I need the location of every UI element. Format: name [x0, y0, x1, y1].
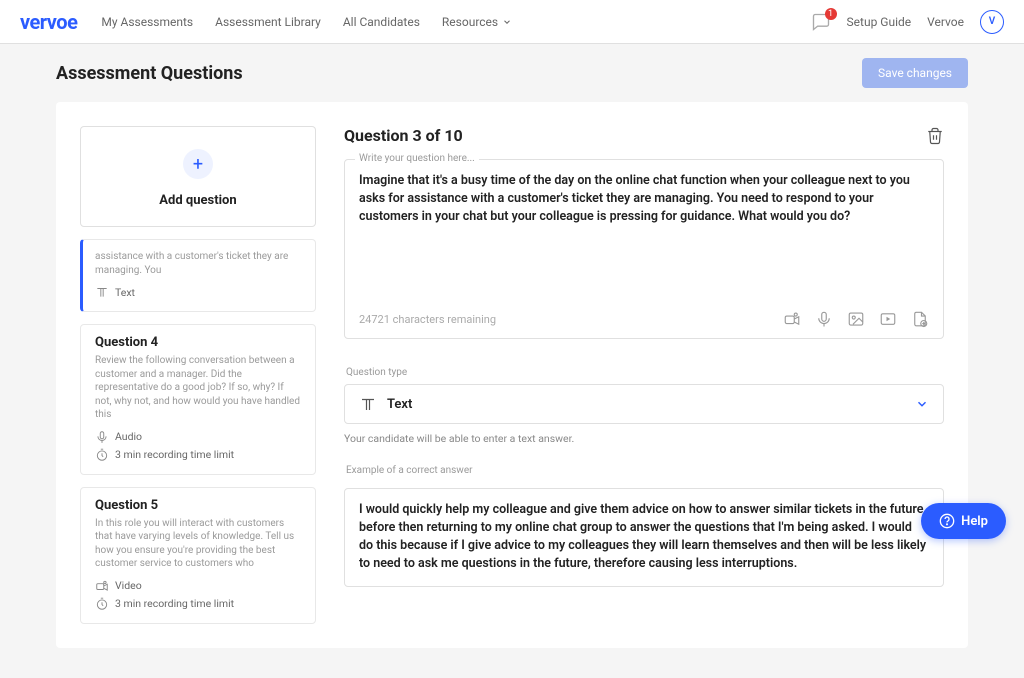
example-answer-section-label: Example of a correct answer [344, 465, 944, 476]
add-question-button[interactable]: + Add question [80, 126, 316, 227]
clock-icon [95, 448, 109, 462]
trash-icon [926, 127, 944, 145]
help-button[interactable]: Help [921, 503, 1006, 539]
page-header: Assessment Questions Save changes [0, 44, 1024, 102]
clock-icon [95, 597, 109, 611]
main-nav: My Assessments Assessment Library All Ca… [101, 15, 512, 29]
characters-remaining: 24721 characters remaining [359, 313, 496, 326]
help-label: Help [961, 514, 988, 529]
nav-assessment-library[interactable]: Assessment Library [215, 15, 321, 29]
question-sidebar: + Add question assistance with a custome… [80, 126, 316, 624]
question-placeholder-label: Write your question here... [355, 153, 479, 164]
nav-resources-label: Resources [442, 15, 498, 29]
question-editor: Question 3 of 10 Write your question her… [344, 126, 944, 624]
question-type-select[interactable]: Text [344, 384, 944, 424]
sidebar-item-question-5[interactable]: Question 5 In this role you will interac… [80, 487, 316, 624]
question-type-label: Video [115, 579, 142, 592]
page-title: Assessment Questions [56, 63, 243, 84]
embed-icon[interactable] [879, 310, 897, 328]
question-type-value: Text [387, 397, 412, 412]
question-type-label: Text [115, 286, 135, 299]
save-changes-button[interactable]: Save changes [862, 58, 968, 88]
question-type-label: Audio [115, 430, 142, 443]
delete-question-button[interactable] [926, 127, 944, 145]
help-icon [939, 513, 955, 529]
nav-all-candidates[interactable]: All Candidates [343, 15, 420, 29]
question-snippet: Review the following conversation betwee… [95, 354, 301, 422]
attachment-toolbar [783, 310, 929, 328]
question-snippet: In this role you will interact with cust… [95, 517, 301, 571]
question-text-input[interactable]: Imagine that it's a busy time of the day… [359, 172, 929, 302]
question-type-helper: Your candidate will be able to enter a t… [344, 432, 944, 445]
video-camera-icon [95, 579, 109, 593]
nav-my-assessments[interactable]: My Assessments [101, 15, 193, 29]
nav-resources[interactable]: Resources [442, 15, 512, 29]
add-question-label: Add question [159, 193, 236, 208]
top-nav: vervoe My Assessments Assessment Library… [0, 0, 1024, 44]
example-answer-text: I would quickly help my colleague and gi… [359, 502, 926, 571]
video-icon[interactable] [783, 310, 801, 328]
question-type-section-label: Question type [344, 367, 944, 378]
microphone-icon [95, 430, 109, 444]
image-icon[interactable] [847, 310, 865, 328]
file-upload-icon[interactable] [911, 310, 929, 328]
time-limit-label: 3 min recording time limit [115, 597, 234, 610]
chevron-down-icon [915, 397, 929, 411]
setup-guide-link[interactable]: Setup Guide [847, 15, 912, 29]
question-title: Question 5 [95, 498, 301, 513]
question-counter: Question 3 of 10 [344, 126, 463, 145]
sidebar-item-question-4[interactable]: Question 4 Review the following conversa… [80, 324, 316, 475]
plus-icon: + [183, 149, 213, 179]
editor-card: + Add question assistance with a custome… [56, 102, 968, 648]
notification-count-badge: 1 [825, 8, 837, 20]
question-snippet: assistance with a customer's ticket they… [95, 250, 301, 277]
microphone-icon[interactable] [815, 310, 833, 328]
account-name[interactable]: Vervoe [927, 15, 964, 29]
sidebar-item-question-3[interactable]: assistance with a customer's ticket they… [80, 239, 316, 312]
notifications-button[interactable]: 1 [811, 12, 831, 32]
text-type-icon [359, 395, 377, 413]
question-title: Question 4 [95, 335, 301, 350]
avatar[interactable]: V [980, 10, 1004, 34]
text-type-icon [95, 285, 109, 299]
question-text-field[interactable]: Write your question here... Imagine that… [344, 159, 944, 339]
example-answer-input[interactable]: I would quickly help my colleague and gi… [344, 488, 944, 587]
chevron-down-icon [502, 17, 512, 27]
time-limit-label: 3 min recording time limit [115, 448, 234, 461]
brand-logo[interactable]: vervoe [20, 10, 77, 34]
